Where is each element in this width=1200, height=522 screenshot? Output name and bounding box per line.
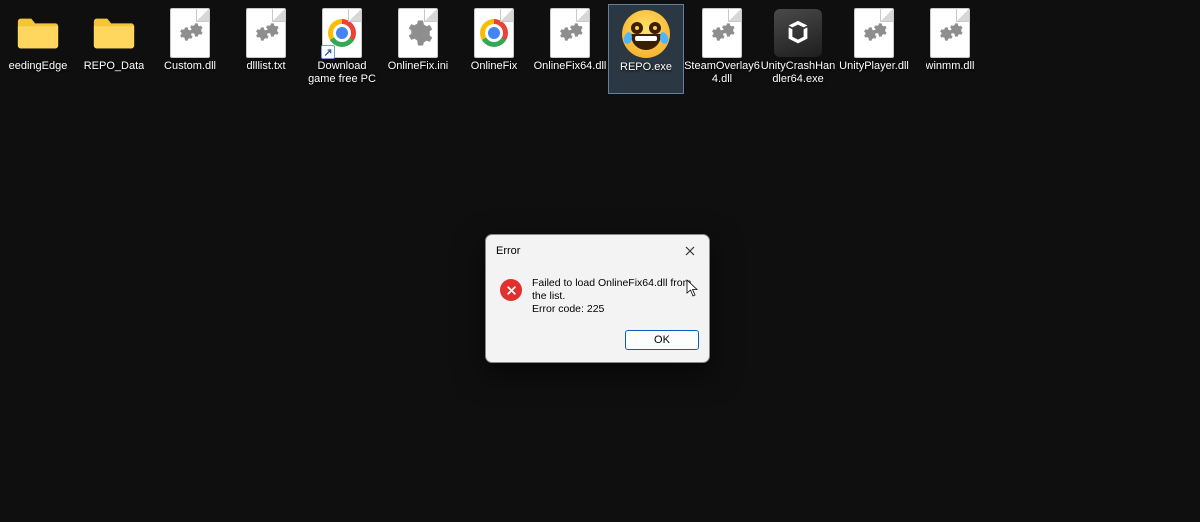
desktop-item-1[interactable]: REPO_Data [76,4,152,94]
dll-icon [697,8,747,58]
unity-exe-icon [773,8,823,58]
dialog-message-line2: Error code: 225 [532,303,697,316]
dialog-actions: OK [486,324,709,362]
desktop-item-label: SteamOverlay64.dll [684,60,760,85]
desktop-item-6[interactable]: OnlineFix [456,4,532,94]
close-icon [685,246,695,256]
desktop-item-12[interactable]: winmm.dll [912,4,988,94]
dll-icon [165,8,215,58]
dialog-message: Failed to load OnlineFix64.dll from the … [532,277,697,316]
dialog-title-text: Error [496,245,520,257]
desktop-item-7[interactable]: OnlineFix64.dll [532,4,608,94]
ok-button[interactable]: OK [625,330,699,350]
chrome-icon [469,8,519,58]
desktop-item-label: dlllist.txt [246,60,285,73]
dll-icon [545,8,595,58]
desktop-item-label: UnityPlayer.dll [839,60,909,73]
folder-icon [89,8,139,58]
desktop-item-5[interactable]: OnlineFix.ini [380,4,456,94]
desktop-item-11[interactable]: UnityPlayer.dll [836,4,912,94]
desktop[interactable]: eedingEdge REPO_Data Custom.dll dlllist.txt… [0,0,1200,94]
dialog-close-button[interactable] [677,241,703,261]
desktop-item-label: OnlineFix [471,60,517,73]
folder-icon [13,8,63,58]
dialog-titlebar[interactable]: Error [486,235,709,267]
desktop-item-label: REPO_Data [84,60,145,73]
desktop-item-label: UnityCrashHandler64.exe [760,60,836,85]
error-dialog: Error Failed to load OnlineFix64.dll fro… [485,234,710,363]
desktop-item-label: winmm.dll [926,60,975,73]
desktop-item-label: Download game free PC [304,60,380,85]
desktop-item-9[interactable]: SteamOverlay64.dll [684,4,760,94]
desktop-item-3[interactable]: dlllist.txt [228,4,304,94]
desktop-item-10[interactable]: UnityCrashHandler64.exe [760,4,836,94]
txt-icon [241,8,291,58]
error-icon [500,279,522,301]
ini-icon [393,8,443,58]
desktop-item-4[interactable]: ↗Download game free PC [304,4,380,94]
dll-icon [925,8,975,58]
chrome-shortcut-icon: ↗ [317,8,367,58]
desktop-item-8[interactable]: REPO.exe [608,4,684,94]
dialog-body: Failed to load OnlineFix64.dll from the … [486,267,709,324]
dialog-message-line1: Failed to load OnlineFix64.dll from the … [532,277,697,303]
desktop-item-0[interactable]: eedingEdge [0,4,76,94]
dll-icon [849,8,899,58]
desktop-item-label: REPO.exe [620,61,672,74]
repo-exe-icon [621,9,671,59]
desktop-item-2[interactable]: Custom.dll [152,4,228,94]
desktop-item-label: Custom.dll [164,60,216,73]
desktop-item-label: OnlineFix64.dll [534,60,607,73]
desktop-item-label: OnlineFix.ini [388,60,449,73]
desktop-item-label: eedingEdge [9,60,68,73]
mouse-cursor [686,279,700,297]
